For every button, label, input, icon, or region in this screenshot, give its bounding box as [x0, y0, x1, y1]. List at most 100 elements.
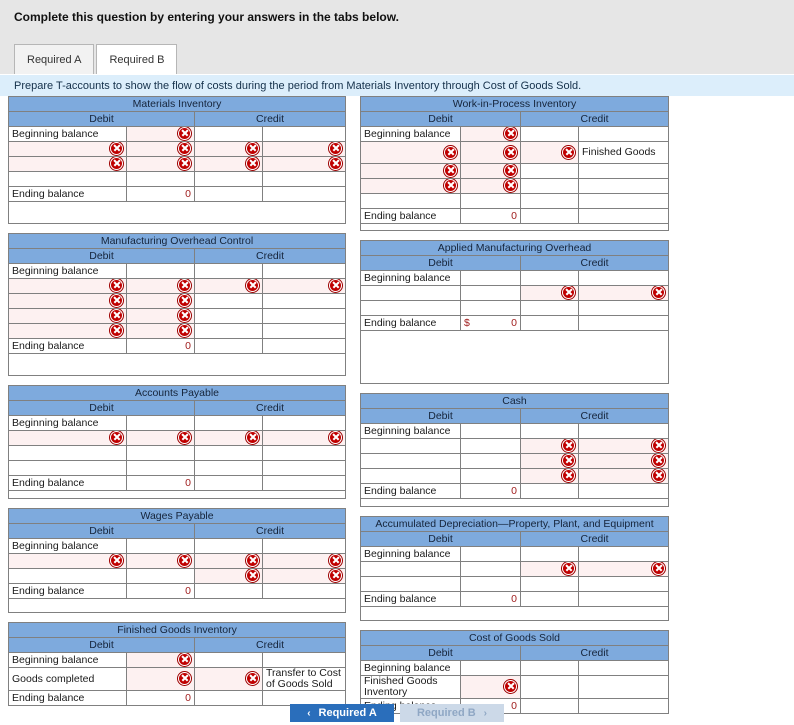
debit-amount-input[interactable] — [126, 445, 195, 461]
credit-label-input[interactable] — [261, 568, 347, 584]
debit-label-input[interactable] — [360, 163, 461, 179]
debit-amount-input[interactable] — [460, 561, 521, 577]
credit-label-input[interactable] — [261, 553, 347, 569]
credit-amount-input[interactable] — [520, 300, 579, 316]
credit-amount-input[interactable] — [194, 430, 263, 446]
credit-amount-input[interactable] — [520, 285, 579, 301]
credit-label-input[interactable] — [261, 652, 347, 668]
debit-amount-input[interactable] — [460, 675, 521, 699]
credit-amount-input[interactable] — [520, 468, 579, 484]
credit-amount-input[interactable] — [520, 270, 579, 286]
debit-label-input[interactable] — [360, 438, 461, 454]
credit-amount-input[interactable] — [520, 126, 579, 142]
credit-amount-input[interactable] — [194, 652, 263, 668]
credit-label-input[interactable]: Finished Goods — [577, 141, 670, 164]
debit-label-input[interactable] — [8, 323, 127, 339]
credit-label-input[interactable] — [578, 660, 669, 676]
debit-label-input[interactable] — [360, 576, 461, 592]
debit-label-input[interactable] — [360, 453, 461, 469]
tab-required-a[interactable]: Required A — [14, 44, 95, 74]
debit-label-input[interactable] — [360, 193, 461, 209]
credit-label-input[interactable] — [261, 323, 347, 339]
credit-amount-input[interactable] — [520, 660, 579, 676]
credit-amount-input[interactable] — [194, 553, 263, 569]
credit-label-input[interactable] — [261, 171, 347, 187]
credit-label-input[interactable] — [261, 293, 347, 309]
debit-amount-input[interactable] — [460, 576, 521, 592]
debit-amount-input[interactable] — [126, 126, 195, 142]
debit-amount-input[interactable] — [126, 652, 195, 668]
credit-label-input[interactable] — [577, 576, 670, 592]
credit-label-input[interactable] — [262, 460, 346, 476]
credit-amount-input[interactable] — [194, 171, 263, 187]
debit-label-input[interactable] — [8, 430, 127, 446]
credit-label-input[interactable] — [577, 193, 670, 209]
credit-amount-input[interactable] — [194, 141, 263, 157]
debit-amount-input[interactable] — [126, 323, 195, 339]
debit-amount-input[interactable] — [126, 415, 195, 431]
credit-amount-input[interactable] — [194, 126, 263, 142]
credit-amount-input[interactable] — [520, 546, 579, 562]
debit-label-input[interactable] — [8, 171, 127, 187]
credit-label-input[interactable] — [261, 141, 347, 157]
debit-amount-input[interactable] — [126, 538, 195, 554]
debit-amount-input[interactable] — [126, 553, 195, 569]
debit-amount-input[interactable] — [460, 163, 521, 179]
debit-amount-input[interactable] — [460, 468, 521, 484]
debit-label-input[interactable] — [360, 178, 461, 194]
next-required-b-button[interactable]: Required B › — [400, 704, 504, 722]
credit-amount-input[interactable] — [194, 568, 263, 584]
credit-amount-input[interactable] — [520, 576, 579, 592]
debit-amount-input[interactable] — [126, 568, 195, 584]
credit-label-input[interactable] — [577, 561, 670, 577]
credit-label-input[interactable] — [577, 285, 670, 301]
debit-amount-input[interactable] — [460, 270, 521, 286]
debit-amount-input[interactable] — [460, 438, 521, 454]
debit-label-input[interactable] — [8, 293, 127, 309]
credit-amount-input[interactable] — [194, 460, 263, 476]
debit-amount-input[interactable] — [460, 660, 521, 676]
debit-amount-input[interactable] — [126, 141, 195, 157]
credit-label-input[interactable] — [577, 163, 670, 179]
credit-label-input[interactable] — [577, 126, 670, 142]
credit-label-input[interactable] — [262, 430, 346, 446]
credit-label-input[interactable] — [261, 126, 347, 142]
credit-label-input[interactable] — [577, 423, 670, 439]
credit-label-input[interactable] — [262, 445, 346, 461]
debit-amount-input[interactable] — [126, 308, 195, 324]
credit-label-input[interactable]: Transfer to Cost of Goods Sold — [261, 667, 347, 691]
credit-label-input[interactable] — [262, 415, 346, 431]
credit-label-input[interactable] — [577, 468, 670, 484]
debit-label-input[interactable] — [8, 156, 127, 172]
credit-amount-input[interactable] — [520, 453, 579, 469]
debit-amount-input[interactable] — [460, 300, 521, 316]
credit-label-input[interactable] — [577, 438, 670, 454]
debit-amount-input[interactable] — [460, 453, 521, 469]
debit-label-input[interactable] — [8, 460, 127, 476]
debit-label-input[interactable] — [8, 568, 127, 584]
debit-amount-input[interactable] — [126, 430, 195, 446]
debit-amount-input[interactable] — [126, 667, 195, 691]
credit-label-input[interactable] — [261, 308, 347, 324]
debit-label-input[interactable] — [360, 300, 461, 316]
credit-label-input[interactable] — [577, 300, 670, 316]
debit-amount-input[interactable] — [126, 278, 195, 294]
debit-amount-input[interactable] — [460, 546, 521, 562]
credit-amount-input[interactable] — [520, 193, 579, 209]
debit-label-input[interactable] — [8, 553, 127, 569]
credit-label-input[interactable] — [261, 278, 347, 294]
credit-amount-input[interactable] — [520, 561, 579, 577]
credit-label-input[interactable] — [577, 178, 670, 194]
debit-amount-input[interactable] — [460, 126, 521, 142]
debit-amount-input[interactable] — [460, 178, 521, 194]
credit-amount-input[interactable] — [194, 308, 263, 324]
credit-amount-input[interactable] — [194, 293, 263, 309]
credit-amount-input[interactable] — [194, 667, 263, 691]
debit-amount-input[interactable] — [126, 263, 195, 279]
credit-label-input[interactable] — [261, 263, 347, 279]
debit-label-input[interactable] — [8, 141, 127, 157]
credit-label-input[interactable] — [577, 546, 670, 562]
debit-amount-input[interactable] — [460, 193, 521, 209]
credit-amount-input[interactable] — [194, 263, 263, 279]
debit-amount-input[interactable] — [126, 293, 195, 309]
